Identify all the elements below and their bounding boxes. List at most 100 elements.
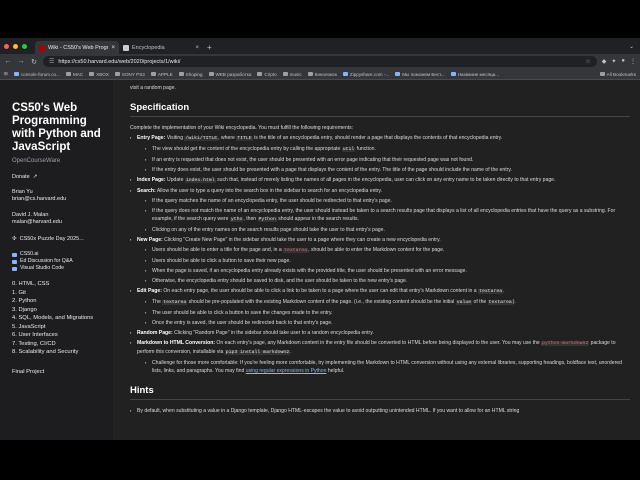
requirements-list: Entry Page: Visiting /wiki/TITLE, where … — [130, 133, 630, 376]
bookmark-folder[interactable]: APPLE — [150, 72, 173, 77]
ed-icon — [12, 259, 17, 264]
bookmark-folder[interactable]: MAC — [65, 72, 83, 77]
list-item: When the page is saved, if an encycloped… — [145, 266, 630, 276]
list-item: If the query does not match the name of … — [145, 206, 630, 225]
final-project-link[interactable]: Final Project — [12, 369, 102, 375]
list-item: Once the entry is saved, the user should… — [145, 318, 630, 328]
list-item: The user should be able to click a butto… — [145, 308, 630, 318]
list-item: If the entry does exist, the user should… — [145, 165, 630, 175]
bookmark-folder[interactable]: SONY PS3 — [114, 72, 145, 77]
requirement-entry-page: Entry Page: Visiting /wiki/TITLE, where … — [130, 133, 630, 175]
list-item: If an entry is requested that does not e… — [145, 155, 630, 165]
list-item: Clicking on any of the entry names on th… — [145, 225, 630, 235]
menu-icon[interactable]: ⋮ — [630, 58, 636, 65]
instructor-brian: Brian Yu brian@cs.harvard.edu — [12, 189, 102, 203]
bookmark-folder[interactable]: Shoping — [178, 72, 203, 77]
instructor-david: David J. Malan malan@harvard.edu — [12, 212, 102, 226]
intro-tail: visit a random page. — [130, 85, 176, 91]
close-window-button[interactable] — [4, 43, 9, 49]
specification-heading: Specification — [130, 102, 630, 117]
course-subtitle: OpenCourseWare — [12, 158, 61, 164]
bookmark-folder[interactable]: Cripto — [257, 72, 277, 77]
toolbar-icons: ◆ ✦ ● ⋮ — [602, 58, 636, 65]
browser-toolbar: ← → ↻ ☰ https://cs50.harvard.edu/web/202… — [0, 54, 640, 69]
reload-icon[interactable]: ↻ — [30, 58, 38, 66]
close-tab-icon[interactable]: × — [195, 45, 199, 51]
extensions-puzzle-icon[interactable]: ✦ — [611, 58, 616, 65]
web-page: CS50's Web Programming with Python and J… — [0, 80, 640, 440]
cs50x-puzzle-link[interactable]: ✣ CS50x Puzzle Day 2025... — [12, 236, 102, 242]
back-icon[interactable]: ← — [4, 58, 12, 65]
extension-icon[interactable]: ◆ — [602, 58, 607, 65]
tab-title: Encyclopedia — [132, 44, 165, 51]
lecture-link[interactable]: 6. User Interfaces — [12, 331, 102, 340]
requirement-search: Search: Allow the user to type a query i… — [130, 186, 630, 235]
tab-search-icon[interactable]: ⌄ — [629, 43, 634, 50]
cs50-favicon-icon — [39, 44, 45, 51]
course-title[interactable]: CS50's Web Programming with Python and J… — [12, 102, 102, 154]
resource-links: CS50.ai Ed Discussion for Q&A Visual Stu… — [12, 251, 102, 272]
list-item: Otherwise, the encyclopedia entry should… — [145, 276, 630, 286]
window-controls — [4, 38, 27, 54]
lecture-link[interactable]: 7. Testing, CI/CD — [12, 340, 102, 349]
list-item: Users should be able to click a button t… — [145, 256, 630, 266]
spec-intro: Complete the implementation of your Wiki… — [130, 125, 354, 131]
site-info-icon[interactable]: ☰ — [49, 58, 54, 65]
lecture-link[interactable]: 1. Git — [12, 289, 102, 298]
minimize-window-button[interactable] — [13, 43, 18, 49]
new-tab-button[interactable]: + — [203, 43, 216, 54]
all-bookmarks[interactable]: All Bookmarks — [599, 72, 636, 77]
lecture-link[interactable]: 3. Django — [12, 306, 102, 315]
vscode-link[interactable]: Visual Studio Code — [12, 265, 102, 272]
maximize-window-button[interactable] — [22, 43, 27, 49]
cs50ai-link[interactable]: CS50.ai — [12, 251, 102, 258]
lecture-link[interactable]: 2. Python — [12, 297, 102, 306]
bookmark-folder[interactable]: Кинопоиск — [307, 72, 337, 77]
instructor-email[interactable]: malan@harvard.edu — [12, 219, 102, 226]
bookmark-item[interactable]: Название месяца... — [450, 72, 499, 77]
course-sidebar: CS50's Web Programming with Python and J… — [0, 80, 113, 440]
lecture-link[interactable]: 5. JavaScript — [12, 323, 102, 332]
tab-wiki[interactable]: Wiki - CS50's Web Programming × — [35, 41, 119, 54]
bookmark-star-icon[interactable]: ☆ — [585, 58, 590, 65]
bookmark-folder[interactable]: WEB разработка — [208, 72, 251, 77]
forward-icon[interactable]: → — [17, 58, 25, 65]
bookmark-item[interactable]: Zippyshare.com -... — [342, 72, 389, 77]
address-bar[interactable]: ☰ https://cs50.harvard.edu/web/2020/proj… — [43, 56, 597, 67]
browser-window: Wiki - CS50's Web Programming × Encyclop… — [0, 38, 640, 440]
instructor-name: David J. Malan — [12, 212, 49, 218]
list-item: Users should be able to enter a title fo… — [145, 245, 630, 256]
profile-icon[interactable]: ● — [621, 58, 625, 65]
list-item: The view should get the content of the e… — [145, 144, 630, 155]
ed-discussion-link[interactable]: Ed Discussion for Q&A — [12, 258, 102, 265]
list-item: If the query matches the name of an ency… — [145, 196, 630, 206]
lecture-link[interactable]: 4. SQL, Models, and Migrations — [12, 314, 102, 323]
donate-link[interactable]: Donate ↗ — [12, 174, 102, 180]
main-content: visit a random page. Specification Compl… — [113, 80, 640, 440]
regex-link[interactable]: using regular expressions in Python — [246, 368, 327, 374]
bookmark-folder[interactable]: XBOX — [89, 72, 109, 77]
list-item: By default, when substituting a value in… — [130, 406, 630, 416]
puzzle-icon: ✣ — [12, 236, 17, 242]
lecture-link[interactable]: 0. HTML, CSS — [12, 280, 102, 289]
hints-heading: Hints — [130, 385, 630, 400]
lecture-list: 0. HTML, CSS 1. Git 2. Python 3. Django … — [12, 280, 102, 357]
page-favicon-icon — [123, 44, 129, 51]
cs50ai-icon — [12, 252, 17, 257]
lecture-link[interactable]: 8. Scalability and Security — [12, 348, 102, 357]
apps-icon[interactable]: ⊞ — [4, 71, 8, 77]
bookmark-folder[interactable]: music — [282, 72, 302, 77]
tab-title: Wiki - CS50's Web Programming — [48, 44, 109, 51]
requirement-random-page: Random Page: Clicking "Random Page" in t… — [130, 328, 630, 338]
bookmark-item[interactable]: Мы поможем Бест... — [395, 72, 445, 77]
tab-encyclopedia[interactable]: Encyclopedia × — [119, 41, 203, 54]
external-link-icon: ↗ — [32, 174, 38, 180]
requirement-index-page: Index Page: Update index.html such that,… — [130, 175, 630, 186]
vscode-icon — [12, 266, 17, 271]
requirement-edit-page: Edit Page: On each entry page, the user … — [130, 286, 630, 328]
bookmark-item[interactable]: console-forum.co... — [13, 72, 60, 77]
url-text: https://cs50.harvard.edu/web/2020/projec… — [58, 58, 181, 65]
requirement-markdown: Markdown to HTML Conversion: On each ent… — [130, 338, 630, 376]
instructor-email[interactable]: brian@cs.harvard.edu — [12, 196, 102, 203]
close-tab-icon[interactable]: × — [111, 45, 115, 51]
